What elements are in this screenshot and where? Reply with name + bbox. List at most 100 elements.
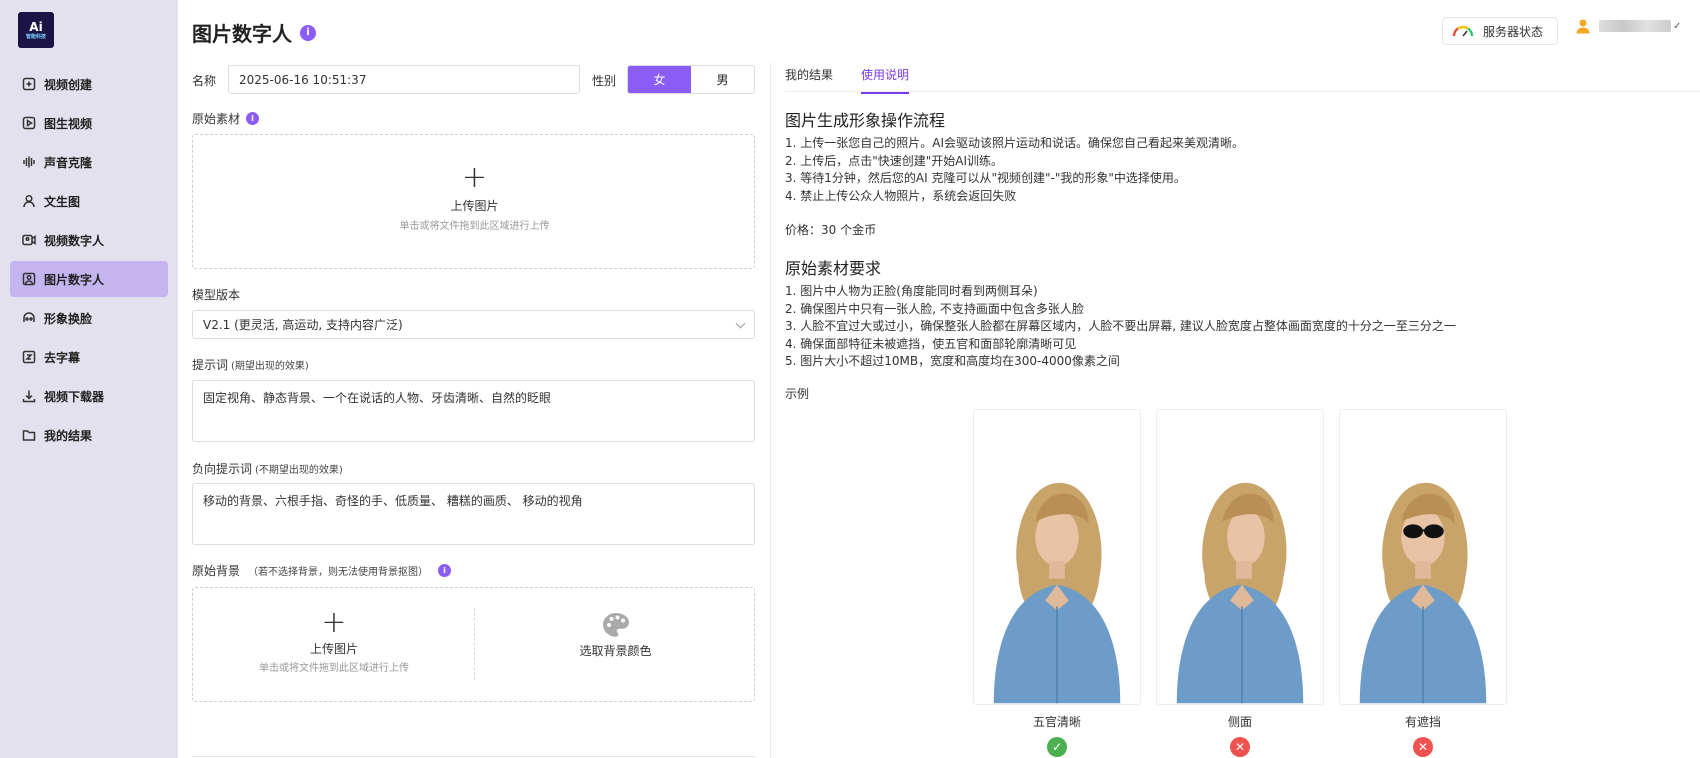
background-color-label: 选取背景颜色 <box>579 644 652 658</box>
sidebar-item-label: 文生图 <box>44 194 81 209</box>
source-material-label: 原始素材 i <box>192 110 260 127</box>
list-item: 4. 确保面部特征未被遮挡，使五官和面部轮廓清晰可见 <box>785 336 1077 351</box>
list-item: 3. 人脸不宜过大或过小，确保整张人脸都在屏幕区域内，人脸不要出屏幕, 建议人脸… <box>785 319 1456 333</box>
sidebar-item-label: 我的结果 <box>44 428 93 443</box>
app-logo[interactable]: Ai 智能科技 <box>18 12 54 48</box>
sidebar-item-label: 图生视频 <box>44 116 93 131</box>
info-icon[interactable]: i <box>438 564 452 577</box>
user-name-redacted <box>1599 20 1671 32</box>
prompt-label: 提示词 (期望出现的效果) <box>192 356 309 373</box>
negative-prompt-label: 负向提示词 (不期望出现的效果) <box>192 460 343 477</box>
download-icon <box>22 389 36 403</box>
face-swap-icon <box>22 311 36 325</box>
chevron-down-icon <box>735 318 746 329</box>
negative-prompt-hint: (不期望出现的效果) <box>255 465 343 476</box>
price-text: 价格：30 个金币 <box>785 223 877 237</box>
list-item: 5. 图片大小不超过10MB，宽度和高度均在300-4000像素之间 <box>785 354 1120 368</box>
requirements-title: 原始素材要求 <box>785 259 882 278</box>
example-image-front <box>973 409 1141 705</box>
upload-title: 上传图片 <box>450 199 499 213</box>
example-label: 示例 <box>785 387 810 401</box>
server-status-button[interactable]: 服务器状态 <box>1442 17 1558 45</box>
sidebar: Ai 智能科技 视频创建 图生视频 声音克隆 文生图 视频数字人 图片数字人 形… <box>0 0 178 758</box>
negative-prompt-label-text: 负向提示词 <box>192 462 253 476</box>
background-upload-title: 上传图片 <box>309 642 358 656</box>
sidebar-item-label: 视频数字人 <box>44 233 105 248</box>
flow-steps: 1. 上传一张您自己的照片。AI会驱动该照片运动和说话。确保您自己看起来美观清晰… <box>785 135 1244 205</box>
model-version-select[interactable]: V2.1 (更灵活, 高运动, 支持内容广泛) <box>192 310 755 339</box>
background-upload-dropzone[interactable]: + 上传图片 单击或将文件拖到此区域进行上传 <box>193 608 475 675</box>
sidebar-item-face-swap[interactable]: 形象换脸 <box>10 300 168 336</box>
flow-title: 图片生成形象操作流程 <box>785 111 946 130</box>
example-image-occluded <box>1339 409 1507 705</box>
tab-my-results[interactable]: 我的结果 <box>785 66 833 94</box>
example-caption: 有遮挡 <box>1404 715 1441 729</box>
prompt-hint: (期望出现的效果) <box>231 361 309 372</box>
sidebar-item-video-avatar[interactable]: 视频数字人 <box>10 222 168 258</box>
portrait-front-image <box>974 410 1140 704</box>
sidebar-item-voice-clone[interactable]: 声音克隆 <box>10 144 168 180</box>
gender-male-option[interactable]: 男 <box>691 66 754 93</box>
prompt-label-text: 提示词 <box>192 358 229 372</box>
tab-underline <box>785 91 1700 92</box>
source-upload-dropzone[interactable]: + 上传图片 单击或将文件拖到此区域进行上传 <box>192 134 755 269</box>
sidebar-item-label: 视频下载器 <box>44 389 105 404</box>
portrait-sunglasses-image <box>1340 410 1506 704</box>
plus-icon: + <box>461 160 488 195</box>
gender-label: 性别 <box>592 74 617 88</box>
page-title-text: 图片数字人 <box>192 22 292 46</box>
person-icon <box>22 194 36 208</box>
info-icon[interactable]: i <box>300 24 316 41</box>
logo-text: Ai <box>29 19 43 34</box>
cross-icon: ✕ <box>1230 737 1250 757</box>
model-version-value: V2.1 (更灵活, 高运动, 支持内容广泛) <box>203 318 403 332</box>
sidebar-nav: 视频创建 图生视频 声音克隆 文生图 视频数字人 图片数字人 形象换脸 去字幕 <box>10 66 168 456</box>
prompt-textarea[interactable]: 固定视角、静态背景、一个在说话的人物、牙齿清晰、自然的眨眼 <box>192 380 755 442</box>
background-label: 原始背景 （若不选择背景，则无法使用背景抠图） i <box>192 562 452 579</box>
background-label-text: 原始背景 <box>192 564 241 578</box>
sidebar-item-image-to-video[interactable]: 图生视频 <box>10 105 168 141</box>
background-upload-hint: 单击或将文件拖到此区域进行上传 <box>259 663 409 674</box>
sidebar-item-label: 视频创建 <box>44 77 93 92</box>
sidebar-item-label: 形象换脸 <box>44 311 93 326</box>
upload-divider <box>474 608 475 680</box>
info-icon[interactable]: i <box>246 112 260 125</box>
form-bottom-divider <box>192 756 755 757</box>
palette-icon <box>602 613 629 637</box>
example-image-side <box>1156 409 1324 705</box>
sound-wave-icon <box>22 155 36 169</box>
name-input[interactable]: 2025-06-16 10:51:37 <box>228 65 580 94</box>
upload-hint: 单击或将文件拖到此区域进行上传 <box>399 221 550 232</box>
sidebar-item-remove-subtitles[interactable]: 去字幕 <box>10 339 168 375</box>
background-hint: （若不选择背景，则无法使用背景抠图） <box>248 567 429 578</box>
sidebar-item-label: 图片数字人 <box>44 272 105 287</box>
sidebar-item-label: 去字幕 <box>44 350 81 365</box>
image-avatar-icon <box>22 272 36 286</box>
gender-toggle: 女 男 <box>627 65 755 94</box>
page-title: 图片数字人 i <box>192 18 316 47</box>
name-label: 名称 <box>192 74 217 88</box>
sidebar-item-my-results[interactable]: 我的结果 <box>10 417 168 453</box>
sidebar-item-image-avatar[interactable]: 图片数字人 <box>10 261 168 297</box>
panel-divider <box>770 62 771 758</box>
requirements-list: 1. 图片中人物为正脸(角度能同时看到两侧耳朵) 2. 确保图片中只有一张人脸,… <box>785 283 1456 371</box>
source-material-label-text: 原始素材 <box>192 112 241 126</box>
tab-instructions[interactable]: 使用说明 <box>861 66 910 94</box>
cross-icon: ✕ <box>1413 737 1433 757</box>
example-caption: 五官清晰 <box>1032 715 1081 729</box>
sidebar-item-video-create[interactable]: 视频创建 <box>10 66 168 102</box>
right-tabs: 我的结果 使用说明 <box>785 66 937 94</box>
user-menu[interactable]: ✓ <box>1575 18 1681 34</box>
sidebar-item-text-to-image[interactable]: 文生图 <box>10 183 168 219</box>
sidebar-item-label: 声音克隆 <box>44 155 93 170</box>
gender-female-option[interactable]: 女 <box>628 66 691 93</box>
background-color-picker[interactable]: 选取背景颜色 <box>475 612 756 659</box>
list-item: 2. 上传后，点击"快速创建"开始AI训练。 <box>785 153 1004 168</box>
server-status-label: 服务器状态 <box>1483 24 1544 39</box>
list-item: 2. 确保图片中只有一张人脸, 不支持画面中包含多张人脸 <box>785 301 1084 316</box>
portrait-side-image <box>1157 410 1323 704</box>
negative-prompt-textarea[interactable]: 移动的背景、六根手指、奇怪的手、低质量、 糟糕的画质、 移动的视角 <box>192 483 755 545</box>
sidebar-item-video-downloader[interactable]: 视频下载器 <box>10 378 168 414</box>
list-item: 3. 等待1分钟，然后您的AI 克隆可以从"视频创建"-"我的形象"中选择使用。 <box>785 171 1186 185</box>
chevron-down-icon: ✓ <box>1673 20 1682 32</box>
